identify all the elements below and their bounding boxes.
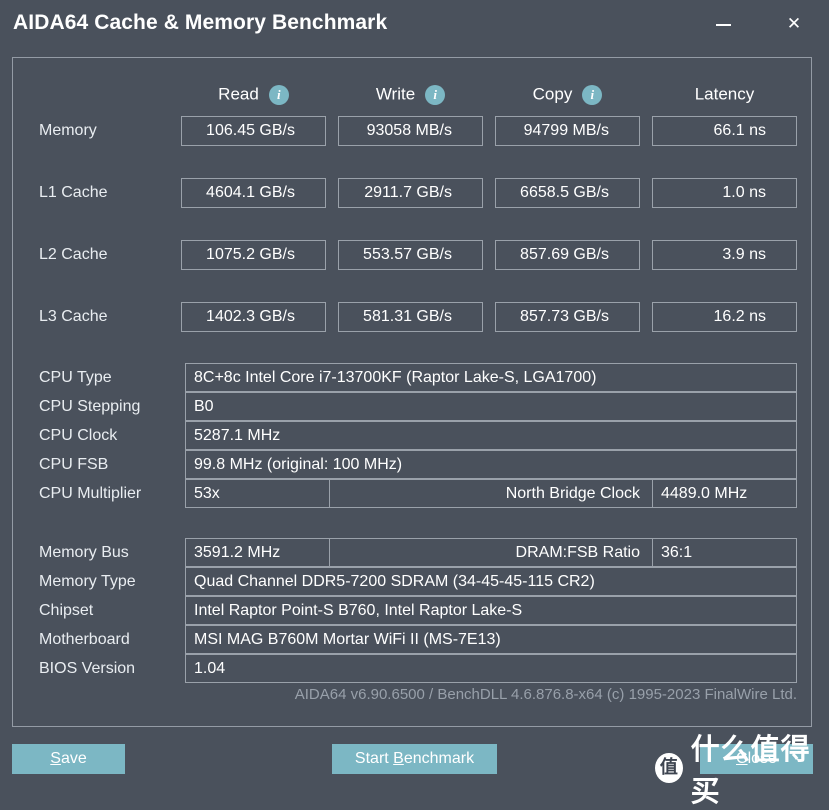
row-cpu-multiplier: CPU Multiplier 53x North Bridge Clock 44…	[13, 479, 811, 508]
value-north-bridge-clock: 4489.0 MHz	[652, 479, 797, 508]
l1-write-value: 2911.7 GB/s	[338, 178, 483, 208]
label-memory-type: Memory Type	[39, 573, 136, 590]
column-header-copy: Copy i	[495, 80, 640, 108]
l1-latency-value: 1.0 ns	[652, 178, 797, 208]
value-memory-bus: 3591.2 MHz	[185, 538, 330, 567]
memory-read-value: 106.45 GB/s	[181, 116, 326, 146]
value-memory-type: Quad Channel DDR5-7200 SDRAM (34-45-45-1…	[185, 567, 797, 596]
main-panel: Read i Write i Copy i Latency Memory 106.45…	[12, 57, 812, 727]
row-label-l3-cache: L3 Cache	[39, 308, 108, 325]
row-cpu-type: CPU Type 8C+8c Intel Core i7-13700KF (Ra…	[13, 363, 811, 392]
app-title: AIDA64 Cache & Memory Benchmark	[13, 11, 388, 34]
label-dram-fsb-ratio: DRAM:FSB Ratio	[330, 538, 652, 567]
benchmark-column-headers: Read i Write i Copy i Latency	[13, 80, 811, 108]
close-label-suffix: lose	[747, 750, 777, 767]
value-dram-fsb-ratio: 36:1	[652, 538, 797, 567]
start-label-suffix: enchmark	[403, 750, 475, 767]
table-row-l2-cache: L2 Cache 1075.2 GB/s 553.57 GB/s 857.69 …	[13, 240, 811, 270]
memory-latency-value: 66.1 ns	[652, 116, 797, 146]
version-text: AIDA64 v6.90.6500 / BenchDLL 4.6.876.8-x…	[294, 686, 797, 703]
l3-copy-value: 857.73 GB/s	[495, 302, 640, 332]
row-cpu-clock: CPU Clock 5287.1 MHz	[13, 421, 811, 450]
row-motherboard: Motherboard MSI MAG B760M Mortar WiFi II…	[13, 625, 811, 654]
label-motherboard: Motherboard	[39, 631, 130, 648]
table-row-memory: Memory 106.45 GB/s 93058 MB/s 94799 MB/s…	[13, 116, 811, 146]
label-cpu-fsb: CPU FSB	[39, 456, 109, 473]
l2-write-value: 553.57 GB/s	[338, 240, 483, 270]
value-cpu-multiplier: 53x	[185, 479, 330, 508]
column-header-read: Read i	[181, 80, 326, 108]
save-accel: S	[50, 750, 61, 767]
row-label-l2-cache: L2 Cache	[39, 246, 108, 263]
start-benchmark-button[interactable]: Start Benchmark	[332, 744, 497, 774]
value-cpu-fsb: 99.8 MHz (original: 100 MHz)	[185, 450, 797, 479]
save-button[interactable]: Save	[12, 744, 125, 774]
minimize-button[interactable]	[702, 6, 744, 42]
info-icon-read[interactable]: i	[268, 84, 289, 105]
label-bios-version: BIOS Version	[39, 660, 136, 677]
l2-copy-value: 857.69 GB/s	[495, 240, 640, 270]
memory-copy-value: 94799 MB/s	[495, 116, 640, 146]
table-row-l1-cache: L1 Cache 4604.1 GB/s 2911.7 GB/s 6658.5 …	[13, 178, 811, 208]
column-header-latency: Latency	[694, 84, 755, 104]
value-bios-version: 1.04	[185, 654, 797, 683]
label-cpu-clock: CPU Clock	[39, 427, 118, 444]
row-memory-type: Memory Type Quad Channel DDR5-7200 SDRAM…	[13, 567, 811, 596]
label-chipset: Chipset	[39, 602, 94, 619]
save-label-suffix: ave	[60, 750, 87, 767]
title-bar: AIDA64 Cache & Memory Benchmark ✕	[0, 0, 829, 52]
l3-latency-value: 16.2 ns	[652, 302, 797, 332]
close-accel: C	[736, 750, 748, 767]
value-cpu-type: 8C+8c Intel Core i7-13700KF (Raptor Lake…	[185, 363, 797, 392]
l1-read-value: 4604.1 GB/s	[181, 178, 326, 208]
row-cpu-fsb: CPU FSB 99.8 MHz (original: 100 MHz)	[13, 450, 811, 479]
info-icon-copy[interactable]: i	[582, 84, 603, 105]
label-cpu-type: CPU Type	[39, 369, 112, 386]
l3-read-value: 1402.3 GB/s	[181, 302, 326, 332]
value-cpu-clock: 5287.1 MHz	[185, 421, 797, 450]
label-cpu-stepping: CPU Stepping	[39, 398, 141, 415]
value-cpu-stepping: B0	[185, 392, 797, 421]
column-header-write: Write i	[338, 80, 483, 108]
row-cpu-stepping: CPU Stepping B0	[13, 392, 811, 421]
watermark-badge-icon: 值	[655, 753, 683, 783]
close-icon: ✕	[786, 14, 802, 33]
value-motherboard: MSI MAG B760M Mortar WiFi II (MS-7E13)	[185, 625, 797, 654]
row-bios-version: BIOS Version 1.04	[13, 654, 811, 683]
l1-copy-value: 6658.5 GB/s	[495, 178, 640, 208]
l2-read-value: 1075.2 GB/s	[181, 240, 326, 270]
memory-write-value: 93058 MB/s	[338, 116, 483, 146]
close-button[interactable]: Close	[700, 744, 813, 774]
start-label-prefix: Start	[354, 750, 394, 767]
l2-latency-value: 3.9 ns	[652, 240, 797, 270]
minimize-icon	[715, 23, 731, 26]
l3-write-value: 581.31 GB/s	[338, 302, 483, 332]
row-chipset: Chipset Intel Raptor Point-S B760, Intel…	[13, 596, 811, 625]
table-row-l3-cache: L3 Cache 1402.3 GB/s 581.31 GB/s 857.73 …	[13, 302, 811, 332]
row-label-l1-cache: L1 Cache	[39, 184, 108, 201]
start-accel: B	[393, 750, 404, 767]
label-cpu-multiplier: CPU Multiplier	[39, 485, 142, 502]
row-label-memory: Memory	[39, 122, 97, 139]
value-chipset: Intel Raptor Point-S B760, Intel Raptor …	[185, 596, 797, 625]
close-window-button[interactable]: ✕	[773, 6, 815, 42]
row-memory-bus: Memory Bus 3591.2 MHz DRAM:FSB Ratio 36:…	[13, 538, 811, 567]
label-north-bridge-clock: North Bridge Clock	[330, 479, 652, 508]
info-icon-write[interactable]: i	[425, 84, 446, 105]
label-memory-bus: Memory Bus	[39, 544, 129, 561]
